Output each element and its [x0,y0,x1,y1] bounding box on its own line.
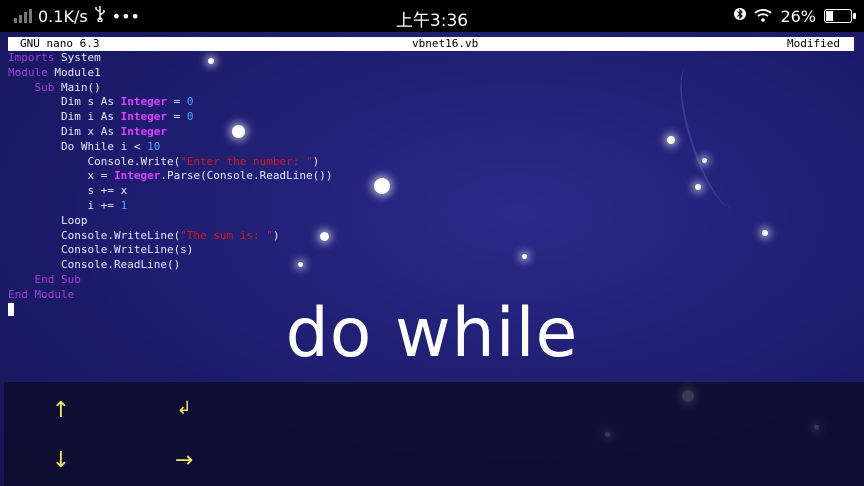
code-token: Dim s As [8,95,121,109]
enter-key[interactable]: ↲ [164,398,204,419]
code-line: Do While i < 10 [8,140,333,155]
code-line: Console.Write("Enter the number: ") [8,155,333,170]
background-star [667,136,675,144]
code-line: i += 1 [8,199,333,214]
code-token: = [166,95,187,109]
battery-icon [824,9,856,23]
code-token: Main() [54,80,101,94]
code-token: Module1 [47,65,101,79]
code-token: 10 [147,139,161,153]
bluetooth-icon [734,6,747,26]
code-token: Sub [34,80,55,94]
code-token: Imports [8,51,55,64]
extra-keys-bar: ↑ ↲ ↓ → [4,382,864,486]
code-token: Integer [113,169,161,183]
background-star [522,254,527,259]
background-streak [667,59,755,215]
battery-percent: 26% [780,6,816,26]
terminal-screen[interactable]: GNU nano 6.3 vbnet16.vb Modified Imports… [0,32,864,486]
code-line: Dim s As Integer = 0 [8,95,333,110]
code-token: 1 [120,198,128,212]
code-editor[interactable]: Imports System Module Module1 Sub Main() … [8,51,333,317]
background-star [702,158,707,163]
code-line: Dim i As Integer = 0 [8,110,333,125]
code-token: "The sum is: " [180,228,273,242]
code-line: Console.WriteLine(s) [8,243,333,258]
arrow-down-key[interactable]: ↓ [41,448,81,473]
code-token: Integer [120,110,167,124]
background-star [374,178,390,194]
battery-level-fill [826,11,833,21]
code-line: Console.WriteLine("The sum is: ") [8,229,333,244]
arrow-up-key[interactable]: ↑ [41,398,81,423]
code-token: Do While i < [8,139,148,153]
code-token: Console.WriteLine( [8,228,181,242]
code-line: End Sub [8,273,333,288]
code-token: Console.WriteLine(s) [8,243,194,257]
background-star [695,184,701,190]
code-line: Dim x As Integer [8,125,333,140]
code-line: Module Module1 [8,66,333,81]
code-token: Dim i As [8,110,121,124]
nano-filename: vbnet16.vb [412,37,479,50]
code-line: Imports System [8,51,333,66]
code-line: Console.ReadLine() [8,258,333,273]
code-token: System [54,51,101,64]
code-token: Loop [8,213,88,227]
code-token: Module [8,65,48,79]
code-token: x = [8,169,114,183]
code-line: x = Integer.Parse(Console.ReadLine()) [8,169,333,184]
arrow-right-key[interactable]: → [164,448,204,473]
nano-title-bar: GNU nano 6.3 vbnet16.vb Modified [8,37,854,51]
code-line: Loop [8,214,333,229]
code-token: = [166,110,187,124]
code-token: Console.ReadLine() [8,258,181,272]
code-token: Integer [120,124,167,138]
code-token: End Sub [34,272,81,286]
code-token: "Enter the number: " [180,154,313,168]
code-token: Console.Write( [8,154,181,168]
code-token: i += [8,198,121,212]
nano-version: GNU nano 6.3 [20,37,100,50]
video-caption: do while [285,294,579,373]
code-token: Integer [120,95,167,109]
code-line: Sub Main() [8,81,333,96]
nano-modified-status: Modified [787,37,840,50]
code-token: Dim x As [8,124,121,138]
status-bar: 0.1K/s ••• 上午3:36 26% [0,0,864,32]
code-token: 0 [186,95,194,109]
code-line: s += x [8,184,333,199]
code-token: ) [272,228,280,242]
background-star [762,230,768,236]
code-token: 0 [186,110,194,124]
code-token: ) [312,154,320,168]
status-right: 26% [734,6,856,26]
code-token: s += x [8,184,128,198]
code-token: .Parse(Console.ReadLine()) [160,169,333,183]
wifi-icon [754,7,773,26]
